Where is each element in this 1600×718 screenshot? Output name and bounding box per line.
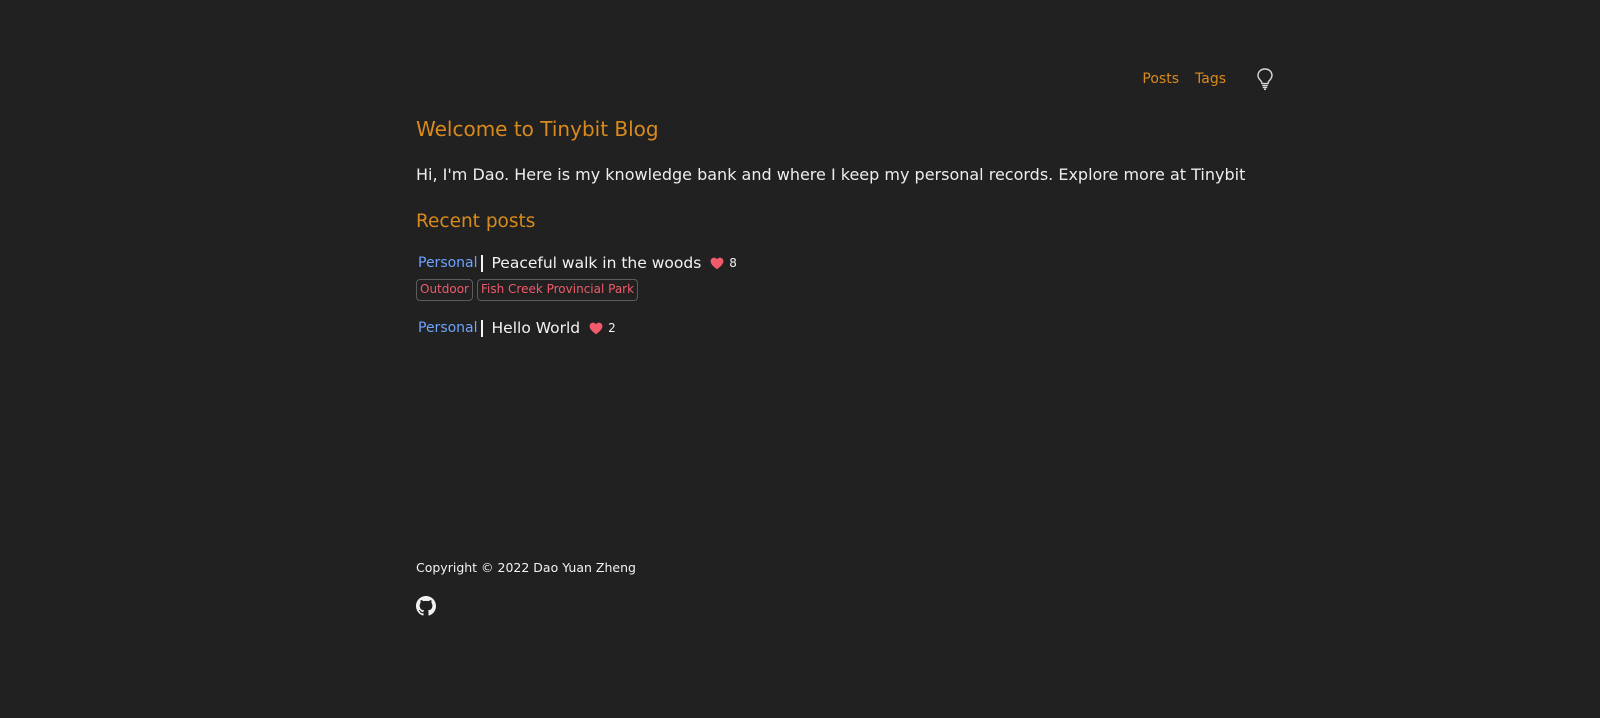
post-line: Personal Peaceful walk in the woods 8	[416, 252, 1276, 274]
main-content: Welcome to Tinybit Blog Hi, I'm Dao. Her…	[416, 114, 1276, 339]
post-category-link[interactable]: Personal	[418, 255, 478, 271]
github-icon[interactable]	[416, 596, 436, 616]
like-count: 8	[729, 256, 737, 270]
top-nav: Posts Tags	[1126, 66, 1276, 92]
heart-icon	[589, 322, 603, 335]
post-title-link[interactable]: Hello World	[492, 319, 581, 337]
copyright-text: Copyright © 2022 Dao Yuan Zheng	[416, 560, 636, 575]
tag-fish-creek-provincial-park[interactable]: Fish Creek Provincial Park	[477, 279, 639, 301]
post-title-link[interactable]: Peaceful walk in the woods	[492, 254, 702, 272]
lightbulb-icon[interactable]	[1254, 66, 1276, 92]
page-title: Welcome to Tinybit Blog	[416, 117, 659, 141]
post-category-link[interactable]: Personal	[418, 320, 478, 336]
page: Posts Tags Welcome to Tinybit Blog Hi, I…	[0, 0, 1600, 718]
post-line: Personal Hello World 2	[416, 317, 1276, 339]
post-tags: Outdoor Fish Creek Provincial Park	[416, 279, 1276, 301]
footer: Copyright © 2022 Dao Yuan Zheng	[416, 560, 636, 616]
nav-link-tags[interactable]: Tags	[1195, 71, 1226, 87]
post-item: Personal Peaceful walk in the woods 8 Ou…	[416, 252, 1276, 301]
intro-text: Hi, I'm Dao. Here is my knowledge bank a…	[416, 165, 1246, 184]
divider	[480, 254, 483, 272]
like-count: 2	[608, 321, 616, 335]
nav-link-posts[interactable]: Posts	[1142, 71, 1179, 87]
recent-posts-heading: Recent posts	[416, 211, 536, 232]
tag-outdoor[interactable]: Outdoor	[416, 279, 473, 301]
post-item: Personal Hello World 2	[416, 317, 1276, 339]
heart-icon	[710, 257, 724, 270]
divider	[480, 319, 483, 337]
